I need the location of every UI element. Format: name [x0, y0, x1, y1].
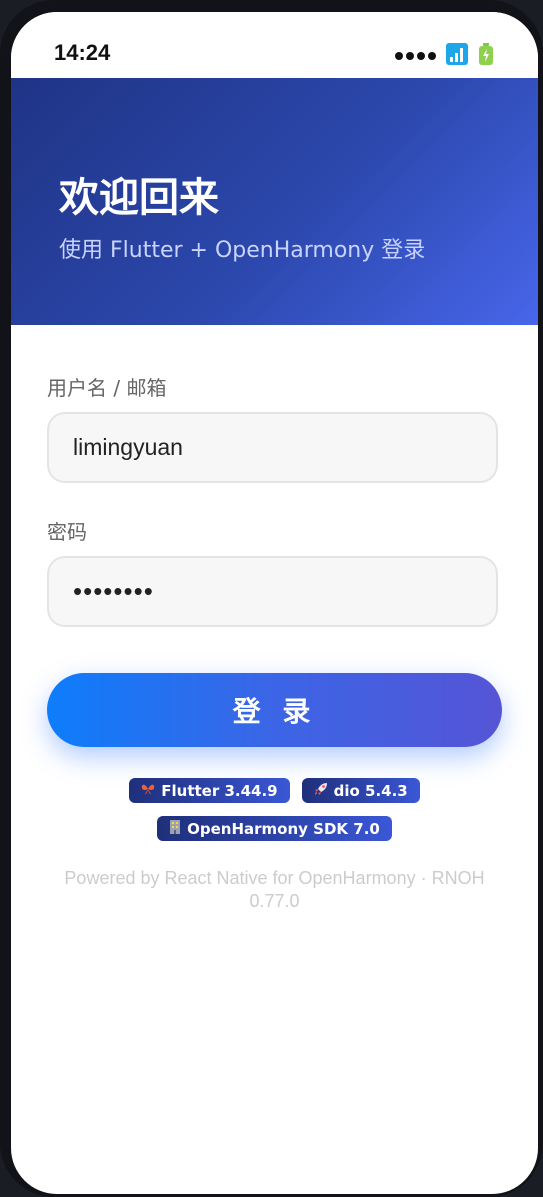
- username-label: 用户名 / 邮箱: [47, 376, 167, 400]
- powered-by-text: Powered by React Native for OpenHarmony …: [64, 868, 485, 911]
- badge-dio: dio 5.4.3: [301, 778, 420, 803]
- tech-badges-row-1: Flutter 3.44.9 dio 5.4.3: [11, 778, 538, 803]
- badge-flutter: Flutter 3.44.9: [129, 778, 290, 803]
- status-bar: 14:24: [11, 12, 538, 78]
- wifi-icon: [446, 43, 468, 69]
- rocket-icon: [314, 782, 328, 799]
- status-icons: [395, 43, 494, 69]
- password-input[interactable]: ••••••••: [47, 556, 498, 627]
- password-value: ••••••••: [73, 576, 154, 606]
- page-subtitle: 使用 Flutter + OpenHarmony 登录: [59, 238, 426, 263]
- app-screen: 14:24 欢迎回来 使用 Flutter + OpenHarmony 登录 用…: [11, 12, 538, 1194]
- login-button[interactable]: 登 录: [47, 673, 502, 747]
- status-time: 14:24: [54, 40, 111, 65]
- butterfly-icon: [141, 783, 155, 798]
- badge-label: dio 5.4.3: [333, 781, 408, 800]
- signal-dots-icon: [395, 52, 436, 60]
- username-input[interactable]: [47, 412, 498, 483]
- welcome-header: 欢迎回来 使用 Flutter + OpenHarmony 登录: [11, 78, 538, 325]
- badge-label: OpenHarmony SDK 7.0: [187, 819, 380, 838]
- badge-label: Flutter 3.44.9: [161, 781, 278, 800]
- password-label: 密码: [47, 520, 87, 544]
- tech-badges-row-2: OpenHarmony SDK 7.0: [11, 816, 538, 841]
- page-title: 欢迎回来: [59, 175, 219, 221]
- device-frame: 14:24 欢迎回来 使用 Flutter + OpenHarmony 登录 用…: [0, 0, 543, 1197]
- battery-icon: [478, 43, 494, 69]
- badge-openharmony: OpenHarmony SDK 7.0: [157, 816, 392, 841]
- building-icon: [169, 820, 181, 837]
